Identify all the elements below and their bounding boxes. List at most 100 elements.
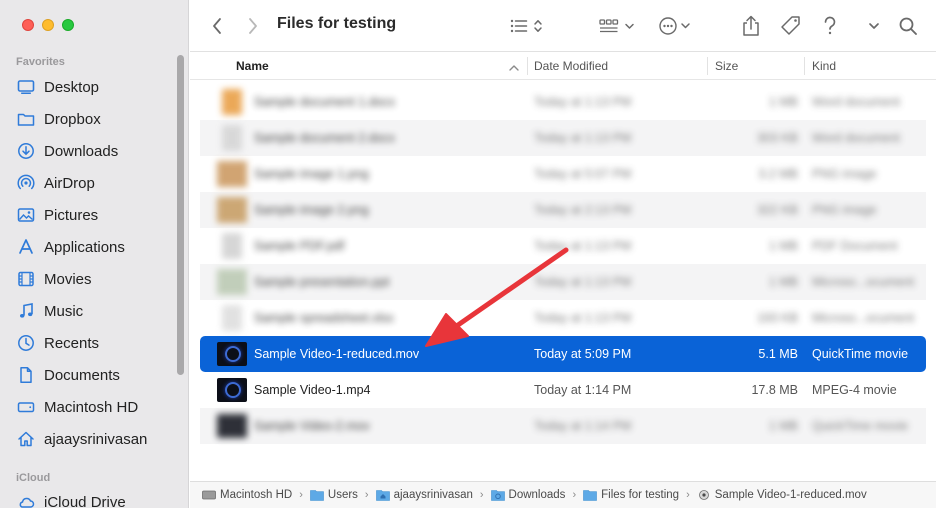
- file-name: Sample PDF.pdf: [254, 239, 345, 253]
- file-size: 322 KB: [756, 203, 798, 217]
- path-crumb-users[interactable]: Users: [310, 489, 358, 501]
- downloads-folder-icon: [490, 490, 505, 501]
- sidebar-item-recents[interactable]: Recents: [16, 329, 176, 357]
- share-icon: [741, 15, 761, 37]
- file-row[interactable]: Sample document 2.docx Today at 1:13 PM …: [200, 120, 926, 156]
- path-crumb-file[interactable]: Sample Video-1-reduced.mov: [697, 489, 867, 501]
- file-kind: QuickTime movie: [812, 347, 909, 361]
- tags-button[interactable]: [778, 12, 804, 40]
- file-size: 5.1 MB: [758, 347, 798, 361]
- sidebar-item-airdrop[interactable]: AirDrop: [16, 169, 176, 197]
- path-crumb-downloads[interactable]: Downloads: [490, 489, 566, 501]
- file-name: Sample image 2.png: [254, 203, 369, 217]
- file-date: Today at 1:13 PM: [534, 95, 632, 109]
- harddrive-icon: [16, 397, 36, 417]
- file-name: Sample image 1.png: [254, 167, 369, 181]
- file-name: Sample Video-1-reduced.mov: [254, 347, 420, 361]
- path-crumb-label: Sample Video-1-reduced.mov: [714, 489, 867, 501]
- grid-icon: [599, 17, 637, 35]
- quicktime-icon: [698, 490, 709, 500]
- sidebar-item-home[interactable]: ajaaysrinivasan: [16, 425, 176, 453]
- sidebar-item-label: Desktop: [44, 78, 100, 96]
- finder-window: Favorites Desktop Dropbox Downloads AirD…: [0, 0, 936, 508]
- zoom-window-button[interactable]: [62, 19, 74, 31]
- folder-icon: [16, 109, 36, 129]
- sidebar-item-label: AirDrop: [44, 174, 95, 192]
- file-date: Today at 1:13 PM: [534, 239, 632, 253]
- sidebar-item-desktop[interactable]: Desktop: [16, 73, 176, 101]
- sidebar-item-label: Macintosh HD: [44, 398, 139, 416]
- folder-icon: [583, 490, 597, 501]
- column-kind-header[interactable]: Kind: [812, 53, 836, 79]
- file-row[interactable]: Sample presentation.ppt Today at 1:13 PM…: [200, 264, 926, 300]
- file-name: Sample presentation.ppt: [254, 275, 390, 289]
- sidebar-item-icloud-drive[interactable]: iCloud Drive: [16, 488, 176, 508]
- path-bar: Macintosh HD › Users › ajaaysrinivasan ›…: [190, 481, 936, 508]
- toolbar-overflow-button[interactable]: [864, 12, 884, 40]
- column-name-header[interactable]: Name: [236, 53, 269, 79]
- sidebar-item-label: Music: [44, 302, 84, 320]
- sidebar-item-label: Applications: [44, 238, 125, 256]
- help-button[interactable]: [820, 12, 840, 40]
- file-row-selected[interactable]: Sample Video-1-reduced.mov Today at 5:09…: [200, 336, 926, 372]
- file-size: 1 MB: [768, 239, 798, 253]
- path-crumb-macintosh-hd[interactable]: Macintosh HD: [202, 489, 292, 501]
- search-button[interactable]: [896, 12, 920, 40]
- forward-button[interactable]: [242, 12, 264, 40]
- file-row[interactable]: Sample spreadsheet.xlsx Today at 1:13 PM…: [200, 300, 926, 336]
- close-window-button[interactable]: [22, 19, 34, 31]
- sidebar-scrollbar[interactable]: [177, 55, 184, 375]
- file-row[interactable]: Sample Video-1.mp4 Today at 1:14 PM 17.8…: [200, 372, 926, 408]
- path-crumb-files-for-testing[interactable]: Files for testing: [583, 489, 679, 501]
- sidebar-item-downloads[interactable]: Downloads: [16, 137, 176, 165]
- file-date: Today at 1:13 PM: [534, 311, 632, 325]
- group-button[interactable]: [598, 12, 638, 40]
- column-divider[interactable]: [804, 57, 805, 75]
- sort-ascending-icon: [508, 60, 520, 78]
- path-crumb-home[interactable]: ajaaysrinivasan: [375, 489, 473, 501]
- column-date-header[interactable]: Date Modified: [534, 53, 608, 79]
- sidebar-item-pictures[interactable]: Pictures: [16, 201, 176, 229]
- action-menu-button[interactable]: [657, 12, 695, 40]
- sidebar-item-movies[interactable]: Movies: [16, 265, 176, 293]
- column-divider[interactable]: [527, 57, 528, 75]
- applications-icon: [16, 237, 36, 257]
- pictures-icon: [16, 205, 36, 225]
- sidebar-item-label: Documents: [44, 366, 120, 384]
- sidebar-item-label: Dropbox: [44, 110, 101, 128]
- sidebar-item-documents[interactable]: Documents: [16, 361, 176, 389]
- minimize-window-button[interactable]: [42, 19, 54, 31]
- sidebar-item-applications[interactable]: Applications: [16, 233, 176, 261]
- file-kind: QuickTime movie: [812, 419, 909, 433]
- question-mark-icon: [822, 16, 838, 36]
- path-crumb-label: ajaaysrinivasan: [393, 489, 473, 501]
- spreadsheet-icon: [222, 305, 242, 331]
- file-row[interactable]: Sample image 1.png Today at 5:07 PM 3.2 …: [200, 156, 926, 192]
- search-icon: [898, 16, 918, 36]
- file-row[interactable]: Sample PDF.pdf Today at 1:13 PM 1 MB PDF…: [200, 228, 926, 264]
- folder-icon: [310, 490, 324, 501]
- sidebar-item-dropbox[interactable]: Dropbox: [16, 105, 176, 133]
- column-divider[interactable]: [707, 57, 708, 75]
- file-row[interactable]: Sample image 2.png Today at 2:13 PM 322 …: [200, 192, 926, 228]
- column-size-header[interactable]: Size: [715, 53, 738, 79]
- file-size: 1 MB: [768, 275, 798, 289]
- file-row[interactable]: Sample Video-2.mov Today at 1:14 PM 1 MB…: [200, 408, 926, 444]
- sidebar-item-macintosh-hd[interactable]: Macintosh HD: [16, 393, 176, 421]
- toolbar: Files for testing: [190, 0, 936, 52]
- share-button[interactable]: [740, 12, 762, 40]
- file-size: 303 KB: [756, 131, 798, 145]
- path-crumb-label: Downloads: [508, 489, 566, 501]
- clock-icon: [16, 333, 36, 353]
- chevron-left-icon: [211, 17, 223, 35]
- file-row[interactable]: Sample document 1.docx Today at 1:13 PM …: [200, 84, 926, 120]
- movies-icon: [16, 269, 36, 289]
- home-icon: [16, 429, 36, 449]
- file-size: 17.8 MB: [751, 383, 798, 397]
- back-button[interactable]: [206, 12, 228, 40]
- sidebar-item-music[interactable]: Music: [16, 297, 176, 325]
- file-kind: Word document: [812, 131, 901, 145]
- file-date: Today at 1:13 PM: [534, 275, 632, 289]
- file-name: Sample Video-2.mov: [254, 419, 370, 433]
- view-mode-button[interactable]: [508, 12, 548, 40]
